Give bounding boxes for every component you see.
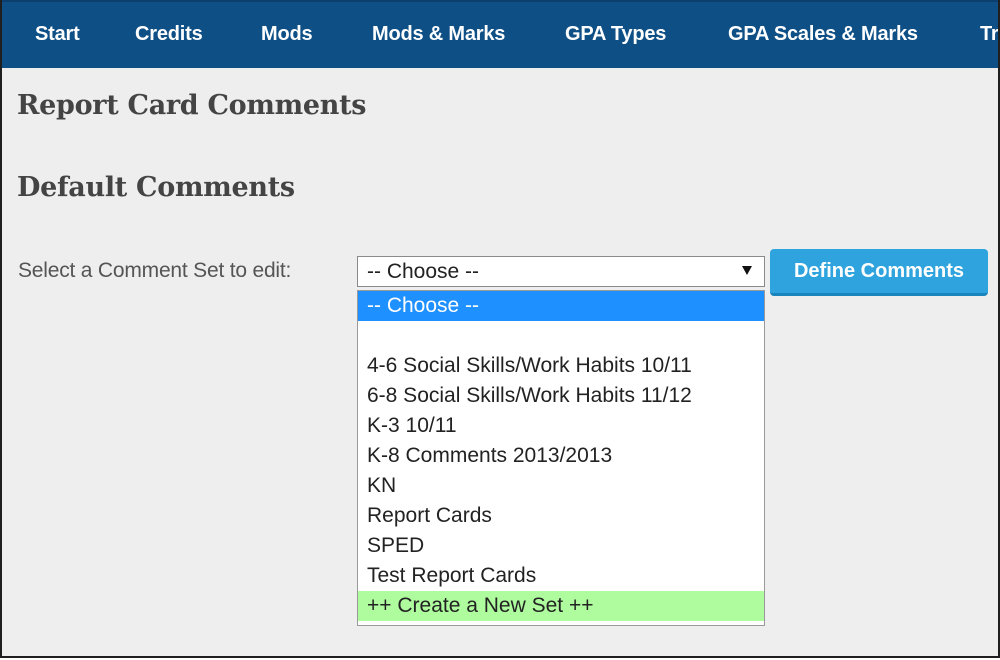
select-current-value: -- Choose -- — [367, 260, 480, 283]
dropdown-option-kn[interactable]: KN — [358, 471, 764, 501]
comment-set-select[interactable]: -- Choose -- — [357, 256, 765, 287]
nav-item-start[interactable]: Start — [35, 2, 80, 68]
dropdown-option-test-report-cards[interactable]: Test Report Cards — [358, 561, 764, 591]
nav-item-gpa-types[interactable]: GPA Types — [565, 2, 666, 68]
dropdown-option-6-8-social-skills[interactable]: 6-8 Social Skills/Work Habits 11/12 — [358, 381, 764, 411]
dropdown-option-report-cards[interactable]: Report Cards — [358, 501, 764, 531]
nav-item-gpa-scales-and-marks[interactable]: GPA Scales & Marks — [728, 2, 918, 68]
dropdown-option-sped[interactable]: SPED — [358, 531, 764, 561]
dropdown-option-k-3[interactable]: K-3 10/11 — [358, 411, 764, 441]
dropdown-arrow-icon — [742, 266, 752, 275]
nav-item-truncated[interactable]: Tr — [980, 2, 998, 68]
dropdown-option-k-8-comments[interactable]: K-8 Comments 2013/2013 — [358, 441, 764, 471]
nav-item-credits[interactable]: Credits — [135, 2, 203, 68]
dropdown-option-choose[interactable]: -- Choose -- — [358, 291, 764, 321]
dropdown-option-create-new-set[interactable]: ++ Create a New Set ++ — [358, 591, 764, 621]
dropdown-option-blank[interactable] — [358, 321, 764, 351]
dropdown-option-4-6-social-skills[interactable]: 4-6 Social Skills/Work Habits 10/11 — [358, 351, 764, 381]
page-title: Report Card Comments — [17, 90, 367, 121]
comment-set-select-label: Select a Comment Set to edit: — [18, 259, 292, 282]
define-comments-button[interactable]: Define Comments — [770, 249, 988, 296]
app-frame: Start Credits Mods Mods & Marks GPA Type… — [0, 0, 1000, 658]
section-title: Default Comments — [17, 172, 295, 203]
nav-item-mods-and-marks[interactable]: Mods & Marks — [372, 2, 505, 68]
nav-item-mods[interactable]: Mods — [261, 2, 313, 68]
comment-set-dropdown-list: -- Choose -- 4-6 Social Skills/Work Habi… — [357, 290, 765, 626]
top-navigation-bar: Start Credits Mods Mods & Marks GPA Type… — [2, 0, 998, 68]
